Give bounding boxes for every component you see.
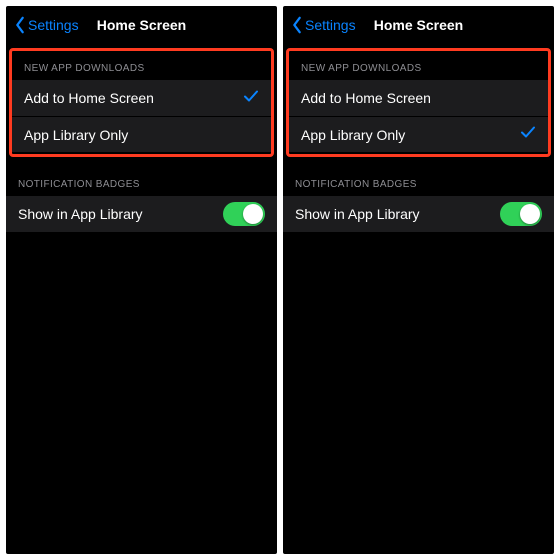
toggle-knob (243, 204, 263, 224)
navbar: Settings Home Screen (6, 6, 277, 44)
back-label: Settings (305, 17, 356, 33)
option-add-home[interactable]: Add to Home Screen (289, 80, 548, 116)
toggle-label: Show in App Library (18, 206, 143, 222)
toggle-show-library[interactable] (500, 202, 542, 226)
toggle-knob (520, 204, 540, 224)
toggle-row-show-library: Show in App Library (6, 196, 277, 232)
badges-header: NOTIFICATION BADGES (6, 173, 277, 196)
option-app-library[interactable]: App Library Only (289, 116, 548, 152)
comparison-wrap: Settings Home Screen NEW APP DOWNLOADS A… (0, 0, 560, 560)
badges-section: NOTIFICATION BADGES Show in App Library (283, 173, 554, 232)
checkmark-icon (243, 88, 259, 109)
downloads-header: NEW APP DOWNLOADS (289, 57, 548, 80)
option-label: App Library Only (24, 127, 128, 143)
toggle-row-show-library: Show in App Library (283, 196, 554, 232)
option-label: App Library Only (301, 127, 405, 143)
chevron-left-icon (14, 16, 26, 34)
checkmark-icon (520, 124, 536, 145)
downloads-header: NEW APP DOWNLOADS (12, 57, 271, 80)
option-app-library[interactable]: App Library Only (12, 116, 271, 152)
downloads-highlight: NEW APP DOWNLOADS Add to Home Screen App… (286, 48, 551, 157)
badges-header: NOTIFICATION BADGES (283, 173, 554, 196)
chevron-left-icon (291, 16, 303, 34)
toggle-label: Show in App Library (295, 206, 420, 222)
toggle-show-library[interactable] (223, 202, 265, 226)
option-label: Add to Home Screen (301, 90, 431, 106)
phone-left: Settings Home Screen NEW APP DOWNLOADS A… (6, 6, 277, 554)
navbar: Settings Home Screen (283, 6, 554, 44)
option-add-home[interactable]: Add to Home Screen (12, 80, 271, 116)
back-label: Settings (28, 17, 79, 33)
downloads-highlight: NEW APP DOWNLOADS Add to Home Screen App… (9, 48, 274, 157)
badges-section: NOTIFICATION BADGES Show in App Library (6, 173, 277, 232)
option-label: Add to Home Screen (24, 90, 154, 106)
phone-right: Settings Home Screen NEW APP DOWNLOADS A… (283, 6, 554, 554)
back-button[interactable]: Settings (14, 16, 79, 34)
back-button[interactable]: Settings (291, 16, 356, 34)
